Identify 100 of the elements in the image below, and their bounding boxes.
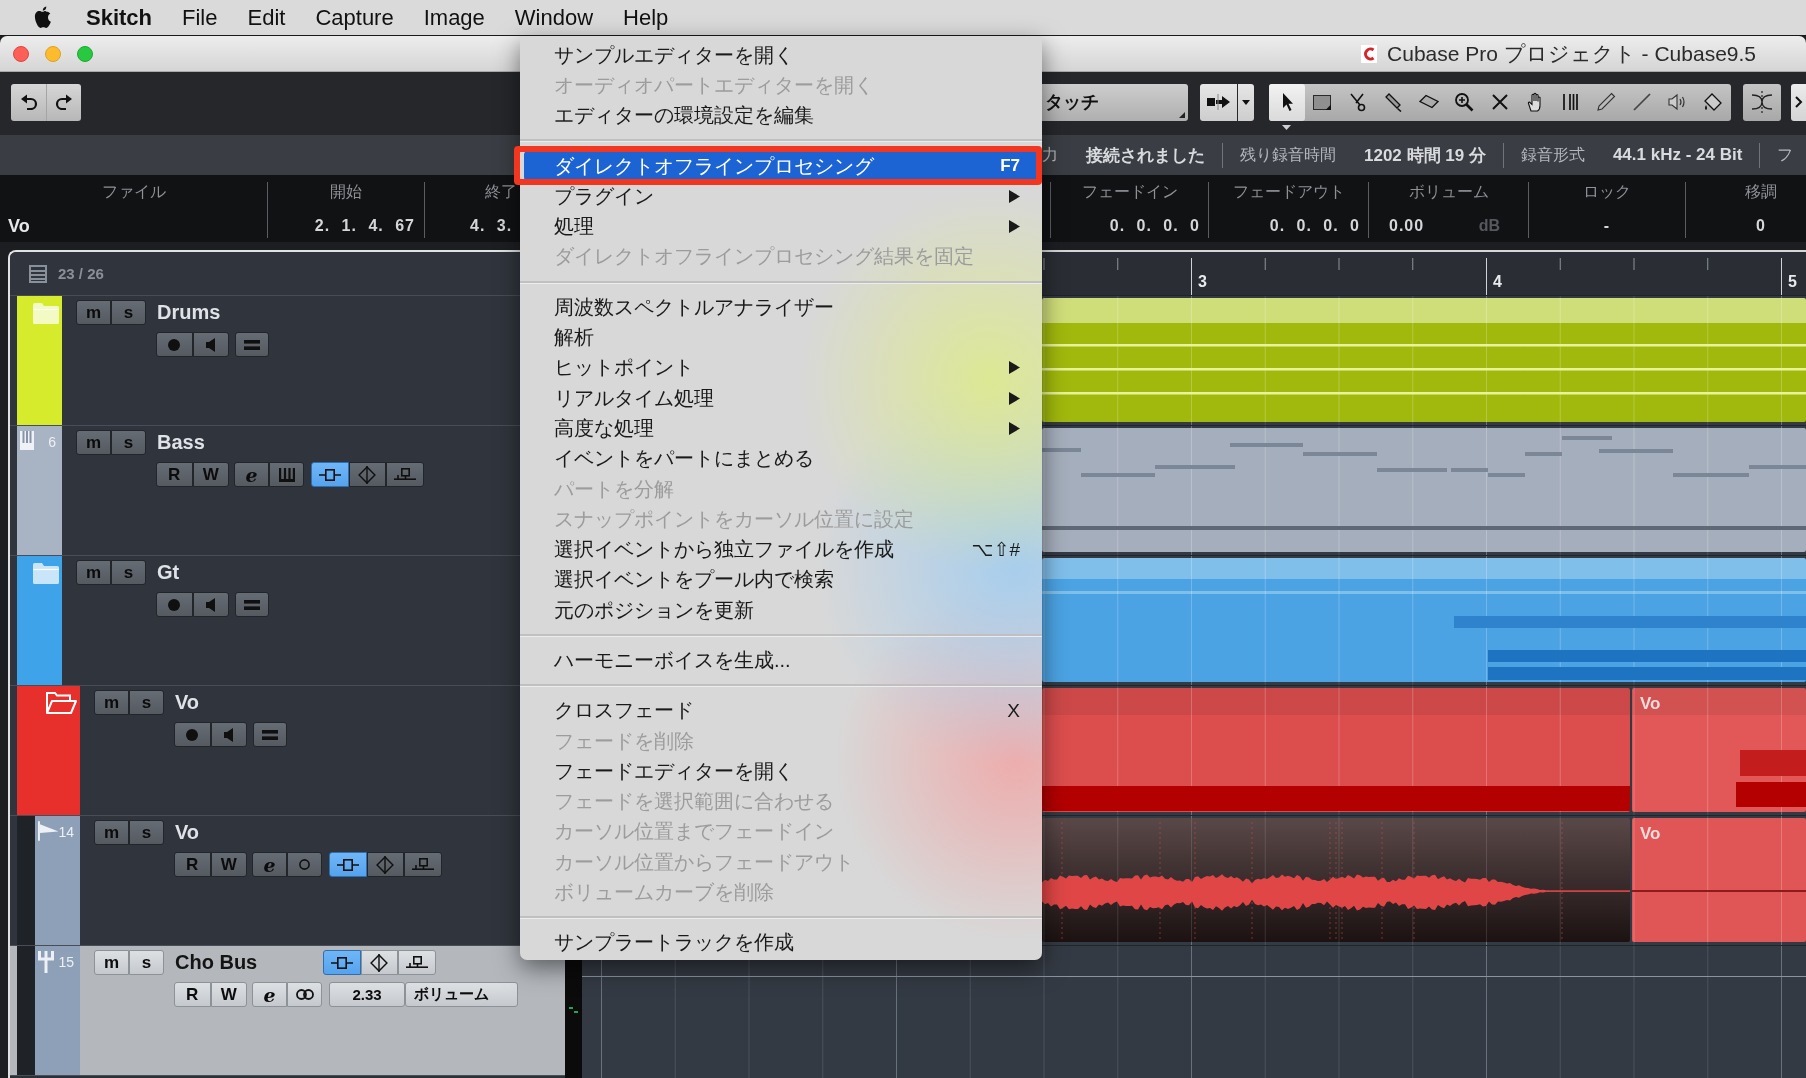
- record-button[interactable]: [156, 332, 193, 357]
- menu-title[interactable]: Help: [623, 4, 669, 31]
- menu-item[interactable]: イベントをパートにまとめる: [524, 443, 1038, 474]
- double-bar-icon: [244, 339, 260, 350]
- solo-button[interactable]: s: [129, 950, 164, 975]
- record-button[interactable]: [174, 722, 211, 747]
- lanes-button[interactable]: [235, 332, 269, 357]
- toggle-button[interactable]: [329, 852, 367, 877]
- edit-button[interactable]: e: [252, 982, 287, 1007]
- menu-item[interactable]: プラグイン: [524, 181, 1038, 212]
- speaker-icon: [224, 727, 234, 742]
- menu-item[interactable]: 周波数スペクトルアナライザー: [524, 292, 1038, 323]
- apple-logo-icon[interactable]: [33, 6, 52, 29]
- undo-button[interactable]: [11, 83, 46, 121]
- menu-title[interactable]: Window: [514, 4, 594, 31]
- route-button[interactable]: [1200, 83, 1237, 121]
- menu-item[interactable]: 元のポジションを更新: [524, 595, 1038, 626]
- toggle-button[interactable]: [386, 462, 424, 487]
- track-header[interactable]: 6 m s Bass R W e: [10, 426, 520, 556]
- toggle-button[interactable]: [311, 462, 349, 487]
- track-header[interactable]: m s Gt: [10, 556, 520, 686]
- midi-part[interactable]: [1042, 428, 1806, 552]
- track-name[interactable]: Drums: [157, 301, 221, 324]
- automation-mode-dropdown[interactable]: タッチ: [1042, 83, 1188, 121]
- value-field[interactable]: 2.33: [329, 982, 405, 1007]
- monitor-button[interactable]: [210, 722, 247, 747]
- speaker-icon: [1667, 92, 1688, 112]
- menu-item[interactable]: 選択イベントをプール内で検索: [524, 564, 1038, 596]
- paint-bucket-icon: [1702, 92, 1723, 112]
- field-value[interactable]: 2. 1. 4. 67: [314, 216, 415, 236]
- field-value[interactable]: 4. 3.: [470, 216, 513, 236]
- speaker-icon: [206, 597, 216, 612]
- menu-title[interactable]: Image: [423, 4, 485, 31]
- bar-number: 3: [1198, 273, 1207, 290]
- menu-item[interactable]: ハーモニーボイスを生成...: [524, 645, 1038, 676]
- field-value[interactable]: 0. 0. 0. 0: [1109, 216, 1200, 236]
- slider-icon: [318, 468, 341, 481]
- link-button[interactable]: [287, 982, 322, 1007]
- toggle-button[interactable]: [323, 950, 361, 975]
- toggle-button[interactable]: [348, 462, 386, 487]
- menu-item[interactable]: リアルタイム処理: [524, 382, 1038, 414]
- track-name[interactable]: Vo: [175, 691, 200, 714]
- track-name[interactable]: Gt: [157, 561, 180, 584]
- parameter-dropdown[interactable]: ボリューム: [405, 982, 518, 1007]
- menu-item[interactable]: エディターの環境設定を編集: [524, 100, 1038, 131]
- field-value[interactable]: Vo: [8, 216, 30, 236]
- field-value[interactable]: -: [1603, 216, 1611, 236]
- event-label: Vo: [1640, 694, 1661, 714]
- track-name[interactable]: Vo: [175, 821, 200, 844]
- monitor-button[interactable]: [192, 332, 229, 357]
- toggle-button[interactable]: [404, 852, 442, 877]
- menu-item[interactable]: クロスフェード X: [524, 695, 1038, 726]
- column-header: ロック: [1583, 182, 1631, 202]
- column-header: 移調: [1745, 182, 1777, 202]
- menu-item[interactable]: 選択イベントから独立ファイルを作成 ⌥⇧#: [524, 534, 1038, 565]
- snap-button[interactable]: [1742, 83, 1781, 121]
- menu-item[interactable]: ヒットポイント: [524, 352, 1038, 383]
- menu-item[interactable]: サンプルエディターを開く: [524, 40, 1038, 71]
- dropdown-corner-icon: [1179, 111, 1185, 118]
- track-header[interactable]: m s Vo: [10, 686, 520, 816]
- route-menu-button[interactable]: [1238, 83, 1254, 121]
- field-value[interactable]: 0. 0. 0. 0: [1269, 216, 1360, 236]
- monitor-button[interactable]: [192, 592, 229, 617]
- toolbar-button[interactable]: [1790, 83, 1806, 121]
- column-header: フェードイン: [1081, 182, 1178, 202]
- toggle-button[interactable]: [360, 950, 398, 975]
- option-button[interactable]: [287, 852, 322, 877]
- toggle-button[interactable]: [398, 950, 436, 975]
- toggle-button[interactable]: [366, 852, 404, 877]
- menu-title[interactable]: Capture: [315, 4, 394, 31]
- read-button[interactable]: R: [174, 982, 211, 1007]
- lanes-button[interactable]: [235, 592, 269, 617]
- write-button[interactable]: W: [210, 982, 247, 1007]
- record-button[interactable]: [156, 592, 193, 617]
- track-number: 6: [48, 434, 56, 450]
- square-icon: [1312, 92, 1333, 112]
- mute-button[interactable]: m: [94, 950, 129, 975]
- field-value[interactable]: 0.00: [1389, 216, 1425, 236]
- menu-item[interactable]: フェードエディターを開く: [524, 756, 1038, 787]
- app-menu[interactable]: Skitch: [86, 4, 153, 31]
- tool-button[interactable]: [1269, 83, 1305, 121]
- menu-title[interactable]: Edit: [247, 4, 286, 31]
- track-name[interactable]: Cho Bus: [175, 951, 323, 974]
- close-button[interactable]: [13, 45, 29, 62]
- menu-item[interactable]: 処理: [524, 211, 1038, 242]
- column-header: 終了: [485, 182, 517, 202]
- diamond-icon: [370, 953, 389, 972]
- track-name[interactable]: Bass: [157, 431, 205, 454]
- menu-item[interactable]: 解析: [524, 322, 1038, 353]
- redo-button[interactable]: [46, 83, 81, 121]
- lanes-button[interactable]: [253, 722, 287, 747]
- track-header[interactable]: m s Drums: [10, 296, 520, 426]
- track-header[interactable]: 14 m s Vo R W e: [10, 816, 520, 946]
- instrument-button[interactable]: [269, 462, 304, 487]
- menu-item[interactable]: 高度な処理: [524, 413, 1038, 444]
- keyboard-shortcut: X: [1007, 699, 1020, 722]
- speaker-icon: [206, 337, 216, 352]
- down-triangle-icon: [1282, 124, 1291, 130]
- menu-title[interactable]: File: [182, 4, 218, 31]
- field-value[interactable]: 0: [1756, 216, 1766, 236]
